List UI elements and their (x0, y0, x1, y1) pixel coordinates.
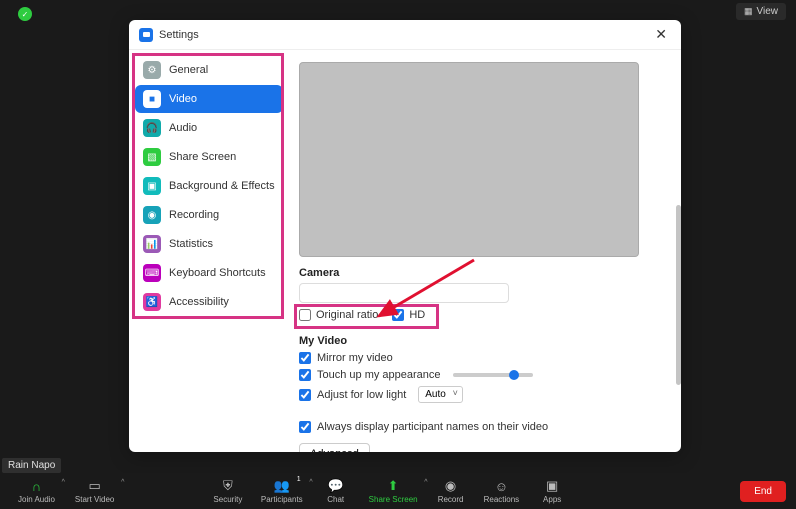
sidebar-item-label: Keyboard Shortcuts (169, 267, 266, 279)
video-icon: ■ (143, 90, 161, 108)
share-screen-label: Share Screen (369, 495, 418, 504)
apps-label: Apps (543, 495, 561, 504)
start-video-label: Start Video (75, 495, 114, 504)
sidebar-item-audio[interactable]: 🎧 Audio (135, 114, 283, 142)
apps-icon: ▣ (546, 478, 558, 494)
low-light-label: Adjust for low light (317, 389, 406, 401)
mirror-video-label: Mirror my video (317, 352, 393, 364)
scrollbar[interactable] (676, 205, 681, 385)
original-ratio-checkbox[interactable] (299, 309, 311, 321)
touch-up-checkbox[interactable] (299, 369, 311, 381)
sidebar-item-recording[interactable]: ◉ Recording (135, 201, 283, 229)
chevron-up-icon[interactable]: ^ (62, 479, 65, 486)
sidebar-item-label: Recording (169, 209, 219, 221)
original-ratio-label: Original ratio (316, 309, 378, 321)
share-screen-button[interactable]: ⬆ Share Screen ^ (361, 476, 426, 506)
sidebar-item-video[interactable]: ■ Video (135, 85, 283, 113)
hd-checkbox[interactable] (392, 309, 404, 321)
advanced-button[interactable]: Advanced (299, 443, 370, 452)
camera-select[interactable] (299, 283, 509, 303)
sidebar-item-general[interactable]: ⚙ General (135, 56, 283, 84)
encryption-shield-icon[interactable]: ✓ (18, 7, 32, 21)
video-preview (299, 62, 639, 257)
participants-label: Participants (261, 495, 303, 504)
sidebar-item-label: General (169, 64, 208, 76)
video-off-icon: ▭ (88, 478, 100, 494)
join-audio-button[interactable]: ∩ Join Audio ^ (10, 476, 63, 506)
sidebar-item-label: Background & Effects (169, 180, 275, 192)
sidebar-item-label: Share Screen (169, 151, 236, 163)
background-icon: ▣ (143, 177, 161, 195)
headphones-icon: 🎧 (143, 119, 161, 137)
accessibility-icon: ♿ (143, 293, 161, 311)
user-name-badge: Rain Napo (2, 458, 61, 473)
settings-sidebar: ⚙ General ■ Video 🎧 Audio ▧ Share Screen ▣ Ba… (135, 56, 283, 316)
shield-icon: ⛨ (223, 478, 233, 494)
security-label: Security (213, 495, 242, 504)
view-label: View (757, 6, 779, 17)
sidebar-item-background[interactable]: ▣ Background & Effects (135, 172, 283, 200)
chat-icon: 💬 (328, 478, 344, 494)
zoom-app-icon (139, 28, 153, 42)
sidebar-item-share-screen[interactable]: ▧ Share Screen (135, 143, 283, 171)
sidebar-item-statistics[interactable]: 📊 Statistics (135, 230, 283, 258)
hd-label: HD (409, 309, 425, 321)
low-light-mode-select[interactable]: Auto (418, 386, 463, 403)
headphones-icon: ∩ (32, 479, 41, 494)
sidebar-item-label: Accessibility (169, 296, 229, 308)
display-names-label: Always display participant names on thei… (317, 421, 548, 433)
reactions-button[interactable]: ☺ Reactions (476, 476, 528, 506)
sidebar-item-keyboard[interactable]: ⌨ Keyboard Shortcuts (135, 259, 283, 287)
mirror-video-checkbox[interactable] (299, 352, 311, 364)
reactions-icon: ☺ (495, 479, 508, 494)
record-button[interactable]: ◉ Record (428, 476, 474, 506)
reactions-label: Reactions (484, 495, 520, 504)
participants-icon: 👥 (274, 478, 290, 494)
meeting-toolbar: ∩ Join Audio ^ ▭ Start Video ^ ⛨ Securit… (0, 473, 796, 509)
share-screen-icon: ⬆ (388, 478, 399, 494)
security-button[interactable]: ⛨ Security (205, 476, 251, 506)
close-button[interactable]: ✕ (651, 26, 671, 43)
display-names-checkbox[interactable] (299, 421, 311, 433)
view-button[interactable]: View (736, 3, 786, 20)
join-audio-label: Join Audio (18, 495, 55, 504)
my-video-section-label: My Video (299, 335, 665, 347)
dialog-title: Settings (159, 29, 651, 41)
sidebar-item-label: Video (169, 93, 197, 105)
camera-section-label: Camera (299, 267, 665, 279)
touch-up-slider[interactable] (453, 373, 533, 377)
settings-main-panel: Camera Original ratio HD My Video (289, 50, 681, 452)
participants-count: 1 (297, 476, 301, 483)
sidebar-item-accessibility[interactable]: ♿ Accessibility (135, 288, 283, 316)
record-icon: ◉ (445, 478, 456, 494)
chevron-up-icon[interactable]: ^ (121, 479, 124, 486)
keyboard-icon: ⌨ (143, 264, 161, 282)
apps-button[interactable]: ▣ Apps (529, 476, 575, 506)
dialog-header: Settings ✕ (129, 20, 681, 50)
end-button[interactable]: End (740, 481, 786, 502)
start-video-button[interactable]: ▭ Start Video ^ (67, 476, 122, 506)
statistics-icon: 📊 (143, 235, 161, 253)
chat-label: Chat (327, 495, 344, 504)
sidebar-item-label: Statistics (169, 238, 213, 250)
sidebar-item-label: Audio (169, 122, 197, 134)
record-label: Record (438, 495, 464, 504)
recording-icon: ◉ (143, 206, 161, 224)
chat-button[interactable]: 💬 Chat (313, 476, 359, 506)
share-screen-icon: ▧ (143, 148, 161, 166)
participants-button[interactable]: 👥 1 Participants ^ (253, 476, 311, 506)
low-light-checkbox[interactable] (299, 389, 311, 401)
gear-icon: ⚙ (143, 61, 161, 79)
touch-up-label: Touch up my appearance (317, 369, 441, 381)
settings-dialog: Settings ✕ ⚙ General ■ Video 🎧 Audio ▧ Share… (129, 20, 681, 452)
